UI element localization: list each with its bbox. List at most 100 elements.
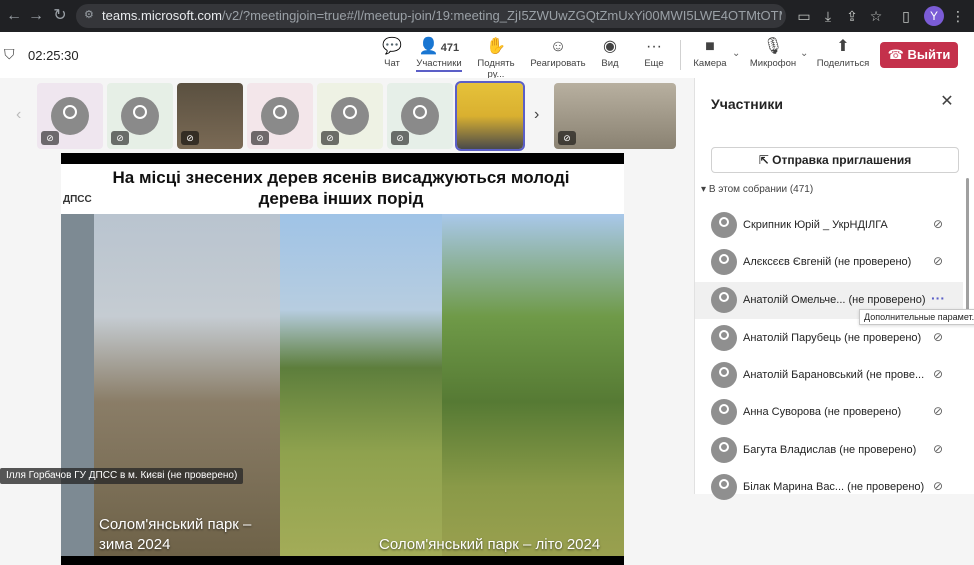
gallery-prev-icon[interactable]: ‹ [16, 106, 21, 124]
mic-muted-icon: 🎙 [762, 38, 784, 55]
view-label: Вид [601, 58, 619, 69]
participant-name: Скрипник Юрій _ УкрНДІЛГА [743, 219, 888, 231]
participant-tile[interactable]: ⊘ [387, 83, 453, 149]
camera-label: Камера [693, 58, 727, 69]
share-icon: ⬆ [836, 38, 850, 55]
caption-winter: Солом'янський парк – зима 2024 [99, 516, 252, 553]
mic-muted-icon: ⊘ [391, 131, 409, 145]
chat-button[interactable]: 💬 Чат [378, 36, 406, 76]
participant-video-tile-large[interactable]: ⊘ [554, 83, 676, 149]
panel-scrollbar[interactable] [966, 178, 969, 318]
mic-muted-icon: ⊘ [41, 131, 59, 145]
mic-muted-icon: ⊘ [251, 131, 269, 145]
participant-video-tile[interactable]: ⊘ [177, 83, 243, 149]
avatar-placeholder-icon [711, 325, 737, 351]
raise-hand-label: Поднять ру... [477, 58, 515, 80]
people-icon: 👤 471 [418, 38, 460, 55]
toolbar-divider [680, 40, 681, 70]
camera-indicator-icon[interactable]: ▭ [794, 6, 814, 26]
avatar-placeholder-icon [331, 97, 369, 135]
more-icon: ··· [646, 38, 662, 55]
mic-muted-icon: ⊘ [933, 217, 944, 231]
participant-name: Білак Марина Вас... (не проверено) [743, 481, 925, 493]
participant-name: Алєксєєв Євгеній (не проверено) [743, 256, 912, 268]
share-label: Поделиться [816, 58, 870, 69]
browser-chrome: ← → ↻ ⚙ teams.microsoft.com/v2/?meetingj… [0, 0, 974, 32]
mic-muted-icon: ⊘ [321, 131, 339, 145]
avatar-placeholder-icon [711, 212, 737, 238]
leave-button[interactable]: ☎ Выйти [880, 42, 958, 68]
react-label: Реагировать [530, 58, 586, 69]
mic-label: Микрофон [749, 58, 797, 69]
avatar-placeholder-icon [711, 437, 737, 463]
gallery-next-icon[interactable]: › [534, 106, 539, 124]
browser-menu-icon[interactable]: ⋮ [948, 6, 968, 26]
mic-options-chevron-icon[interactable]: ⌄ [800, 48, 808, 59]
avatar-placeholder-icon [401, 97, 439, 135]
camera-options-chevron-icon[interactable]: ⌄ [732, 48, 740, 59]
participant-row[interactable]: Алєксєєв Євгеній (не проверено) ⊘ [695, 244, 963, 281]
participant-video-tile-active[interactable] [455, 81, 525, 151]
back-icon[interactable]: ← [4, 6, 24, 26]
view-icon: ◉ [603, 38, 617, 55]
site-info-icon[interactable]: ⚙ [84, 8, 94, 21]
raise-hand-button[interactable]: ✋ Поднять ру... [468, 36, 524, 80]
participants-button[interactable]: 👤 471 Участники [414, 36, 464, 76]
camera-icon: ■ [705, 38, 715, 55]
participant-row[interactable]: Анатолій Барановський (не прове... ⊘ [695, 357, 963, 394]
avatar-placeholder-icon [51, 97, 89, 135]
participant-tile[interactable]: ⊘ [247, 83, 313, 149]
slide-logo-text: ДПСС [63, 194, 92, 205]
chat-icon: 💬 [382, 38, 402, 55]
more-button[interactable]: ··· Еще [640, 36, 668, 76]
participant-row[interactable]: Багута Владислав (не проверено) ⊘ [695, 432, 963, 469]
collapse-caret-icon: ▾ [701, 184, 709, 195]
send-invite-button[interactable]: ⇱ Отправка приглашения [711, 147, 959, 173]
mic-muted-icon: ⊘ [933, 254, 944, 268]
section-label: В этом собрании (471) [708, 184, 814, 195]
share-button[interactable]: ⬆ Поделиться [816, 36, 870, 76]
mic-muted-icon: ⊘ [111, 131, 129, 145]
caption-summer: Солом'янський парк – літо 2024 [379, 536, 601, 553]
participant-name: Анна Суворова (не проверено) [743, 406, 902, 418]
view-button[interactable]: ◉ Вид [596, 36, 624, 76]
react-button[interactable]: ☺ Реагировать [530, 36, 586, 76]
participant-row[interactable]: Білак Марина Вас... (не проверено) ⊘ [695, 469, 963, 506]
participant-tile[interactable]: ⊘ [37, 83, 103, 149]
chat-label: Чат [384, 58, 400, 69]
bookmark-star-icon[interactable]: ☆ [866, 6, 886, 26]
more-options-icon[interactable]: ··· [931, 290, 945, 306]
mic-muted-icon: ⊘ [181, 131, 199, 145]
send-invite-label: Отправка приглашения [772, 153, 912, 167]
participant-tile[interactable]: ⊘ [317, 83, 383, 149]
participant-tile[interactable]: ⊘ [107, 83, 173, 149]
slide-logo: ДПСС [61, 164, 94, 214]
meeting-stage: ‹ ⊘ ⊘ ⊘ ⊘ ⊘ ⊘ › ⊘ ДПСС На місці знесених… [0, 78, 694, 565]
url-host: teams.microsoft.com [102, 8, 222, 23]
avatar-placeholder-icon [711, 287, 737, 313]
download-icon[interactable]: ⤓ [818, 6, 838, 26]
sidebar-icon[interactable]: ▯ [896, 6, 916, 26]
close-icon[interactable]: ✕ [937, 92, 957, 112]
photo-middle [280, 214, 442, 556]
more-options-tooltip: Дополнительные парамет... [859, 309, 974, 325]
mic-muted-icon: ⊘ [933, 442, 944, 456]
participant-row[interactable]: Скрипник Юрій _ УкрНДІЛГА ⊘ [695, 207, 963, 244]
shared-slide: ДПСС На місці знесених дерев ясенів виса… [61, 153, 624, 565]
avatar-placeholder-icon [121, 97, 159, 135]
forward-icon[interactable]: → [26, 6, 46, 26]
mic-muted-icon: ⊘ [558, 131, 576, 145]
share-page-icon[interactable]: ⇪ [842, 6, 862, 26]
mic-button[interactable]: 🎙 Микрофон [748, 36, 798, 76]
camera-button[interactable]: ■ Камера [690, 36, 730, 76]
avatar-placeholder-icon [261, 97, 299, 135]
profile-avatar[interactable]: Y [924, 6, 944, 26]
reload-icon[interactable]: ↻ [50, 6, 70, 26]
panel-title: Участники [711, 96, 783, 112]
section-header[interactable]: ▾ В этом собрании (471) [701, 184, 813, 195]
address-bar[interactable]: ⚙ teams.microsoft.com/v2/?meetingjoin=tr… [76, 4, 786, 28]
participant-row[interactable]: Анна Суворова (не проверено) ⊘ [695, 394, 963, 431]
participant-row[interactable]: Анатолій Парубець (не проверено) ⊘ [695, 320, 963, 357]
participant-name: Анатолій Омельче... (не проверено) [743, 294, 926, 306]
phone-hangup-icon: ☎ [887, 47, 908, 62]
